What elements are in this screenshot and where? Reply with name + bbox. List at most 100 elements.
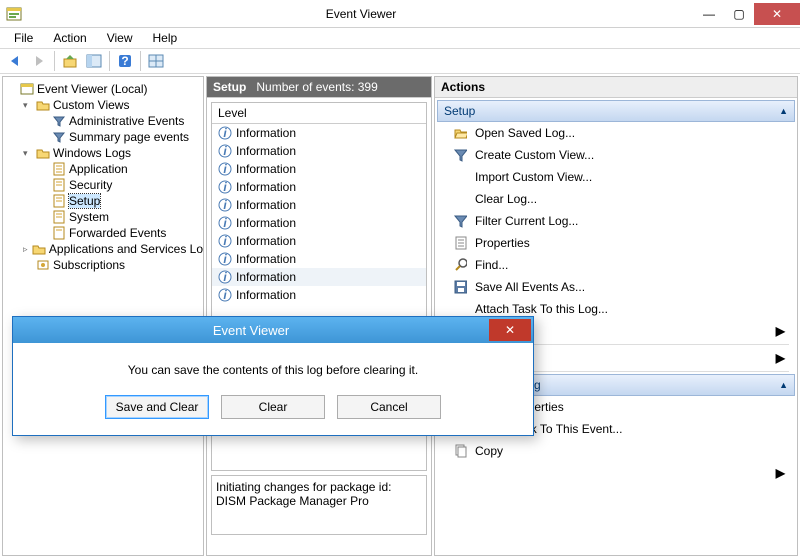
action-label: Clear Log... xyxy=(475,192,537,206)
menubar: File Action View Help xyxy=(0,28,800,48)
info-icon: i xyxy=(218,180,232,194)
dialog-message: You can save the contents of this log be… xyxy=(23,363,523,377)
info-icon: i xyxy=(218,144,232,158)
up-level-button[interactable] xyxy=(59,50,81,72)
info-icon: i xyxy=(218,288,232,302)
filter-icon xyxy=(453,214,467,228)
folder-icon xyxy=(32,242,46,256)
log-icon xyxy=(52,178,66,192)
menu-view[interactable]: View xyxy=(99,29,141,47)
actions-group-setup[interactable]: Setup▲ xyxy=(437,100,795,122)
titlebar: Event Viewer — ▢ ✕ xyxy=(0,0,800,28)
tree-root[interactable]: Event Viewer (Local) xyxy=(7,81,203,97)
tree-custom-views[interactable]: ▾Custom Views xyxy=(23,97,203,113)
event-row[interactable]: iInformation xyxy=(212,214,426,232)
column-header-level[interactable]: Level xyxy=(212,103,426,124)
nav-back-button[interactable] xyxy=(4,50,26,72)
nav-forward-button[interactable] xyxy=(28,50,50,72)
svg-text:?: ? xyxy=(121,54,128,68)
tree-forwarded[interactable]: Forwarded Events xyxy=(39,225,203,241)
cancel-button[interactable]: Cancel xyxy=(337,395,441,419)
action-properties[interactable]: Properties xyxy=(437,232,795,254)
clear-log-dialog: Event Viewer ✕ You can save the contents… xyxy=(12,316,534,436)
action-import-custom-view[interactable]: Import Custom View... xyxy=(437,166,795,188)
window-buttons: — ▢ ✕ xyxy=(694,3,800,25)
action-label: Find... xyxy=(475,258,508,272)
event-level: Information xyxy=(236,270,296,284)
nav-tree[interactable]: Event Viewer (Local) ▾Custom Views Admin… xyxy=(3,77,203,539)
save-and-clear-button[interactable]: Save and Clear xyxy=(105,395,209,419)
tree-windows-logs[interactable]: ▾Windows Logs xyxy=(23,145,203,161)
menu-file[interactable]: File xyxy=(6,29,41,47)
tree-subscriptions[interactable]: Subscriptions xyxy=(23,257,203,273)
folder-icon xyxy=(36,146,50,160)
action-save-all-events-as[interactable]: Save All Events As... xyxy=(437,276,795,298)
filter-icon xyxy=(52,114,66,128)
dialog-titlebar[interactable]: Event Viewer ✕ xyxy=(13,317,533,343)
event-level: Information xyxy=(236,162,296,176)
collapse-icon: ▲ xyxy=(779,380,788,390)
event-level: Information xyxy=(236,144,296,158)
log-icon xyxy=(52,210,66,224)
tree-apps-services[interactable]: ▹Applications and Services Lo xyxy=(23,241,203,257)
action-clear-log[interactable]: Clear Log... xyxy=(437,188,795,210)
collapse-icon: ▲ xyxy=(779,106,788,116)
action-find[interactable]: Find... xyxy=(437,254,795,276)
filter-icon xyxy=(453,148,467,162)
event-level: Information xyxy=(236,198,296,212)
action-label: Create Custom View... xyxy=(475,148,594,162)
action-label: Filter Current Log... xyxy=(475,214,578,228)
menu-help[interactable]: Help xyxy=(145,29,186,47)
tree-system[interactable]: System xyxy=(39,209,203,225)
action-label: Attach Task To this Log... xyxy=(475,302,608,316)
close-button[interactable]: ✕ xyxy=(754,3,800,25)
action-label: Properties xyxy=(475,236,530,250)
event-level: Information xyxy=(236,288,296,302)
event-level: Information xyxy=(236,234,296,248)
tree-hscroll[interactable] xyxy=(3,539,203,555)
action-arrow-3[interactable]: ▶ xyxy=(437,462,795,484)
event-row[interactable]: iInformation xyxy=(212,250,426,268)
tree-summary-events[interactable]: Summary page events xyxy=(39,129,203,145)
events-hscroll[interactable] xyxy=(207,539,431,555)
tree-security[interactable]: Security xyxy=(39,177,203,193)
action-open-saved-log[interactable]: Open Saved Log... xyxy=(437,122,795,144)
action-label: Copy xyxy=(475,444,503,458)
action-copy[interactable]: Copy xyxy=(437,440,795,462)
tree-application[interactable]: Application xyxy=(39,161,203,177)
find-icon xyxy=(453,258,467,272)
action-create-custom-view[interactable]: Create Custom View... xyxy=(437,144,795,166)
menu-action[interactable]: Action xyxy=(45,29,94,47)
action-filter-current-log[interactable]: Filter Current Log... xyxy=(437,210,795,232)
event-row[interactable]: iInformation xyxy=(212,178,426,196)
info-icon: i xyxy=(218,162,232,176)
event-row[interactable]: iInformation xyxy=(212,196,426,214)
tree-setup[interactable]: Setup xyxy=(39,193,203,209)
event-detail: Initiating changes for package id: DISM … xyxy=(211,475,427,535)
action-label: Save All Events As... xyxy=(475,280,585,294)
info-icon: i xyxy=(218,234,232,248)
maximize-button[interactable]: ▢ xyxy=(724,3,754,25)
props-icon xyxy=(453,236,467,250)
copy-icon xyxy=(453,444,467,458)
event-row[interactable]: i Information xyxy=(212,142,426,160)
event-row[interactable]: i Information xyxy=(212,286,426,304)
dialog-close-button[interactable]: ✕ xyxy=(489,319,531,341)
event-row[interactable]: iInformation xyxy=(212,124,426,142)
event-level: Information xyxy=(236,252,296,266)
event-row[interactable]: i Information xyxy=(212,268,426,286)
help-button[interactable]: ? xyxy=(114,50,136,72)
log-icon xyxy=(52,226,66,240)
show-hide-tree-button[interactable] xyxy=(83,50,105,72)
pane-layout-button[interactable] xyxy=(145,50,167,72)
event-row[interactable]: i Information xyxy=(212,160,426,178)
minimize-button[interactable]: — xyxy=(694,3,724,25)
folder-icon xyxy=(36,98,50,112)
event-level: Information xyxy=(236,216,296,230)
event-row[interactable]: i Information xyxy=(212,232,426,250)
clear-button[interactable]: Clear xyxy=(221,395,325,419)
info-icon: i xyxy=(218,270,232,284)
tree-admin-events[interactable]: Administrative Events xyxy=(39,113,203,129)
toolbar: ? xyxy=(0,48,800,74)
filter-icon xyxy=(52,130,66,144)
